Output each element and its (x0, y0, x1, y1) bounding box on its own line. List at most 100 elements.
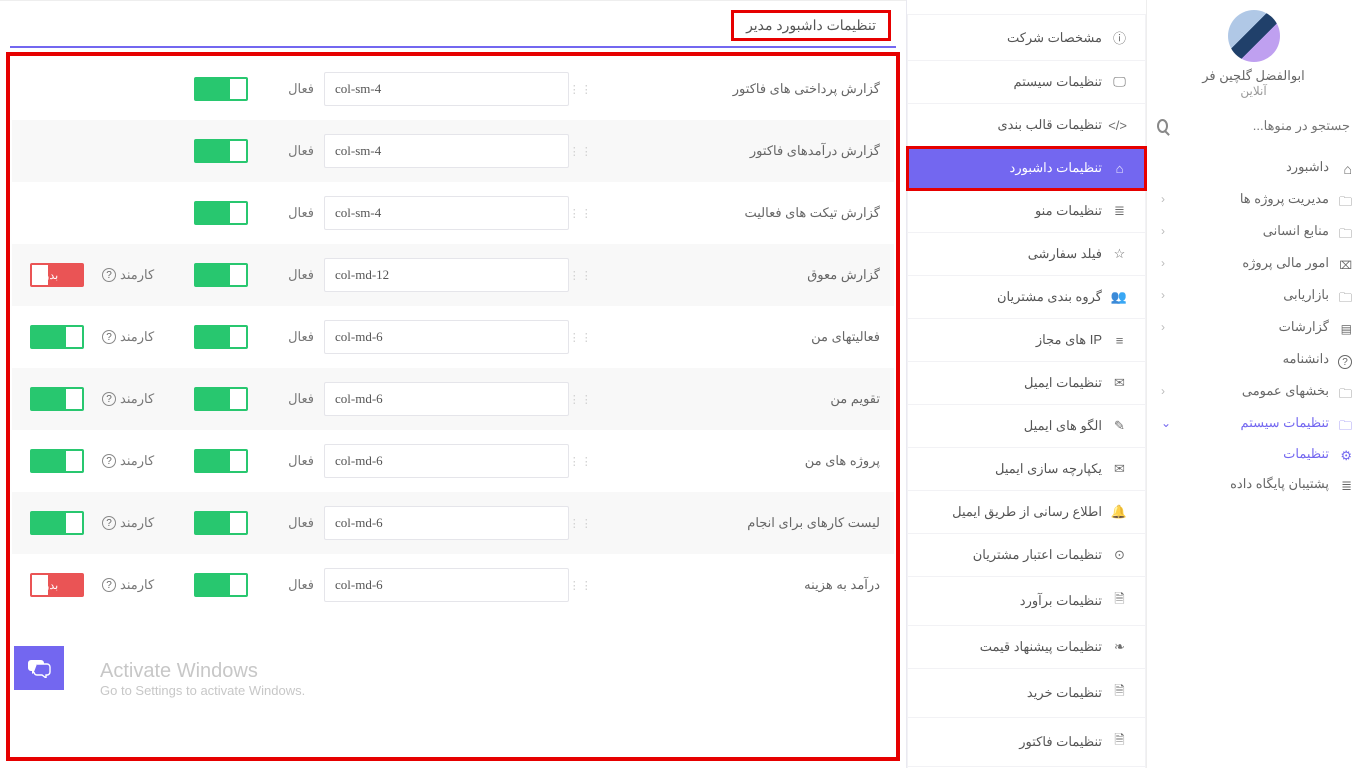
settings-menu-item[interactable]: 🖵تنظیمات سیستم (907, 61, 1146, 104)
settings-icon: 🔔 (1112, 504, 1127, 520)
toggle-on[interactable]: بله (194, 387, 248, 411)
menu-icon (1337, 385, 1352, 398)
toggle-on[interactable]: بله (194, 201, 248, 225)
toggle-on[interactable]: بله (194, 449, 248, 473)
main-menu-item[interactable]: دانشنامه (1149, 343, 1358, 375)
settings-menu-item[interactable]: ⌂ تنظیمات داشبورد (907, 147, 1146, 190)
active-label: فعال (266, 143, 314, 159)
row-title: فعالیتهای من (603, 329, 884, 345)
settings-icon: ≣ (1112, 203, 1127, 219)
drag-handle-icon[interactable]: ⋮⋮ (579, 207, 593, 220)
main-menu-item[interactable]: گزارشات‹ (1149, 311, 1358, 343)
chevron-icon: ‹ (1161, 224, 1165, 238)
settings-menu-item[interactable]: ☆فیلد سفارشی (907, 233, 1146, 276)
settings-menu-item[interactable]: 🗎تنظیمات فاکتور (907, 718, 1146, 767)
main-menu-item[interactable]: تنظیمات سیستم⌄ (1149, 407, 1358, 439)
drag-handle-icon[interactable]: ⋮⋮ (579, 579, 593, 592)
menu-label: تنظیمات سیستم (1241, 415, 1329, 431)
menu-label: بازاریابی (1283, 287, 1329, 303)
settings-menu-item[interactable]: ⊙تنظیمات اعتبار مشتریان (907, 534, 1146, 577)
settings-menu-item[interactable]: 👥گروه بندی مشتریان (907, 276, 1146, 319)
setting-row: گزارش معوق⋮⋮فعالبلهکارمند?بدون (12, 244, 894, 306)
employee-label: کارمند? (102, 453, 176, 469)
toggle-on[interactable]: بله (194, 263, 248, 287)
menu-search[interactable] (1149, 112, 1358, 151)
menu-icon (1337, 193, 1352, 206)
settings-menu-item[interactable]: ✉یکپارچه سازی ایمیل (907, 448, 1146, 491)
column-class-input[interactable] (324, 134, 569, 168)
settings-menu-item[interactable]: ≡ IP های مجاز (907, 319, 1146, 362)
settings-icon: ≡ (1112, 333, 1127, 348)
active-label: فعال (266, 267, 314, 283)
drag-handle-icon[interactable]: ⋮⋮ (579, 517, 593, 530)
column-class-input[interactable] (324, 258, 569, 292)
toggle-on[interactable]: بله (30, 325, 84, 349)
menu-icon (1337, 353, 1352, 366)
toggle-on[interactable]: بله (30, 511, 84, 535)
settings-menu-item[interactable]: 🔔اطلاع رسانی از طریق ایمیل (907, 491, 1146, 534)
main-menu-item[interactable]: بازاریابی‹ (1149, 279, 1358, 311)
column-class-input[interactable] (324, 444, 569, 478)
settings-label: IP های مجاز (1036, 332, 1102, 348)
settings-icon: ☆ (1112, 246, 1127, 262)
settings-menu-item[interactable]: </>تنظیمات قالب بندی (907, 104, 1146, 147)
help-icon[interactable]: ? (102, 330, 116, 344)
column-class-input[interactable] (324, 506, 569, 540)
column-class-input[interactable] (324, 196, 569, 230)
drag-handle-icon[interactable]: ⋮⋮ (579, 393, 593, 406)
submenu-item[interactable]: پشتیبان پایگاه داده (1149, 469, 1358, 499)
settings-label: تنظیمات قالب بندی (997, 117, 1102, 133)
settings-menu-item[interactable]: ⓘمشخصات شرکت (907, 14, 1146, 61)
search-input[interactable] (1174, 118, 1350, 133)
toggle-on[interactable]: بله (30, 387, 84, 411)
help-icon[interactable]: ? (102, 578, 116, 592)
help-icon[interactable]: ? (102, 392, 116, 406)
row-title: پروژه های من (603, 453, 884, 469)
column-class-input[interactable] (324, 320, 569, 354)
toggle-off[interactable]: بدون (30, 263, 84, 287)
row-title: درآمد به هزینه (603, 577, 884, 593)
settings-label: تنظیمات داشبورد (1010, 160, 1102, 176)
settings-menu-item[interactable]: ✉تنظیمات ایمیل (907, 362, 1146, 405)
settings-icon: 🗎 (1112, 731, 1127, 753)
drag-handle-icon[interactable]: ⋮⋮ (579, 269, 593, 282)
drag-handle-icon[interactable]: ⋮⋮ (579, 145, 593, 158)
main-menu-item[interactable]: امور مالی پروژه‹ (1149, 247, 1358, 279)
drag-handle-icon[interactable]: ⋮⋮ (579, 83, 593, 96)
settings-menu-item[interactable]: 🗎تنظیمات خرید (907, 669, 1146, 718)
chevron-icon: ‹ (1161, 256, 1165, 270)
settings-label: مشخصات شرکت (1007, 30, 1102, 46)
toggle-on[interactable]: بله (194, 511, 248, 535)
column-class-input[interactable] (324, 382, 569, 416)
column-class-input[interactable] (324, 72, 569, 106)
menu-icon (1337, 321, 1352, 334)
toggle-on[interactable]: بله (194, 573, 248, 597)
main-menu-item[interactable]: منابع انسانی‹ (1149, 215, 1358, 247)
active-label: فعال (266, 577, 314, 593)
settings-menu-item[interactable]: ≣تنظیمات منو (907, 190, 1146, 233)
toggle-off[interactable]: بدون (30, 573, 84, 597)
toggle-on[interactable]: بله (194, 139, 248, 163)
main-menu-item[interactable]: داشبورد (1149, 151, 1358, 183)
settings-menu-item[interactable]: ❧تنظیمات پیشنهاد قیمت (907, 626, 1146, 669)
toggle-on[interactable]: بله (194, 325, 248, 349)
main-menu-item[interactable]: مدیریت پروژه ها‹ (1149, 183, 1358, 215)
settings-menu-item[interactable]: 🗎تنظیمات برآورد (907, 577, 1146, 626)
toggle-on[interactable]: بله (194, 77, 248, 101)
settings-menu-item[interactable]: ✎الگو های ایمیل (907, 405, 1146, 448)
help-icon[interactable]: ? (102, 454, 116, 468)
help-icon[interactable]: ? (102, 268, 116, 282)
menu-icon (1337, 257, 1352, 270)
drag-handle-icon[interactable]: ⋮⋮ (579, 455, 593, 468)
settings-icon: ⌂ (1112, 161, 1127, 176)
settings-icon: 🗎 (1112, 590, 1127, 612)
drag-handle-icon[interactable]: ⋮⋮ (579, 331, 593, 344)
toggle-on[interactable]: بله (30, 449, 84, 473)
employee-label: کارمند? (102, 577, 176, 593)
panel-header: تنظیمات داشبورد مدیر (10, 7, 896, 48)
chat-button[interactable] (14, 646, 64, 690)
main-menu-item[interactable]: بخشهای عمومی‹ (1149, 375, 1358, 407)
help-icon[interactable]: ? (102, 516, 116, 530)
submenu-item[interactable]: تنظیمات (1149, 439, 1358, 469)
column-class-input[interactable] (324, 568, 569, 602)
